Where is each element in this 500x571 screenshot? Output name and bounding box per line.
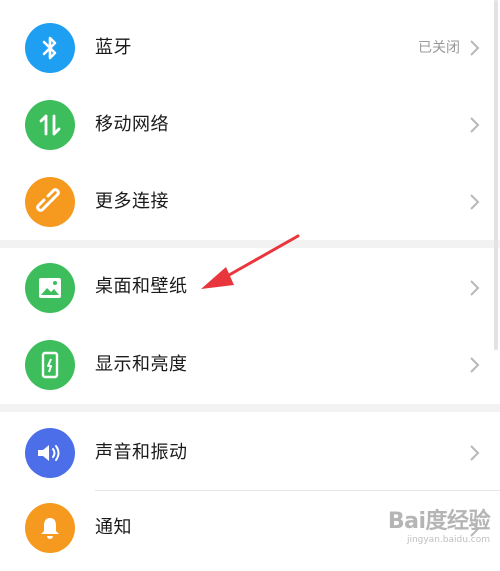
- bluetooth-status: 已关闭: [418, 40, 460, 56]
- settings-item-label: 桌面和壁纸: [95, 276, 188, 297]
- settings-item-wallpaper[interactable]: 桌面和壁纸: [0, 248, 500, 328]
- settings-item-label: 显示和亮度: [95, 354, 188, 375]
- watermark-logo: Bai度经验: [387, 509, 491, 534]
- settings-item-mobile-network[interactable]: 移动网络: [0, 85, 500, 165]
- mobile-data-icon: [25, 100, 75, 150]
- settings-item-bluetooth[interactable]: 蓝牙 已关闭: [0, 8, 500, 88]
- settings-item-display[interactable]: 显示和亮度: [0, 325, 500, 405]
- settings-item-more-connections[interactable]: 更多连接: [0, 162, 500, 242]
- settings-item-label: 移动网络: [95, 114, 169, 135]
- chevron-right-icon: [470, 357, 480, 373]
- sound-icon: [25, 428, 75, 478]
- baidu-jingyan-watermark: Bai度经验 jingyan.baidu.com: [387, 503, 491, 545]
- bell-icon: [25, 503, 75, 553]
- bluetooth-icon: [25, 23, 75, 73]
- display-icon: [25, 340, 75, 390]
- settings-item-label: 蓝牙: [95, 37, 132, 58]
- section-gap: [0, 240, 500, 248]
- chevron-right-icon: [470, 280, 480, 296]
- settings-item-sound[interactable]: 声音和振动: [0, 412, 500, 492]
- chevron-right-icon: [470, 117, 480, 133]
- chevron-right-icon: [470, 40, 480, 56]
- settings-item-label: 更多连接: [95, 191, 169, 212]
- wallpaper-icon: [25, 263, 75, 313]
- scrollbar[interactable]: [494, 0, 498, 555]
- section-gap: [0, 404, 500, 412]
- chevron-right-icon: [470, 445, 480, 461]
- link-icon: [25, 177, 75, 227]
- watermark-url: jingyan.baidu.com: [406, 535, 490, 545]
- settings-item-label: 通知: [95, 517, 132, 538]
- settings-item-label: 声音和振动: [95, 442, 188, 463]
- chevron-right-icon: [470, 194, 480, 210]
